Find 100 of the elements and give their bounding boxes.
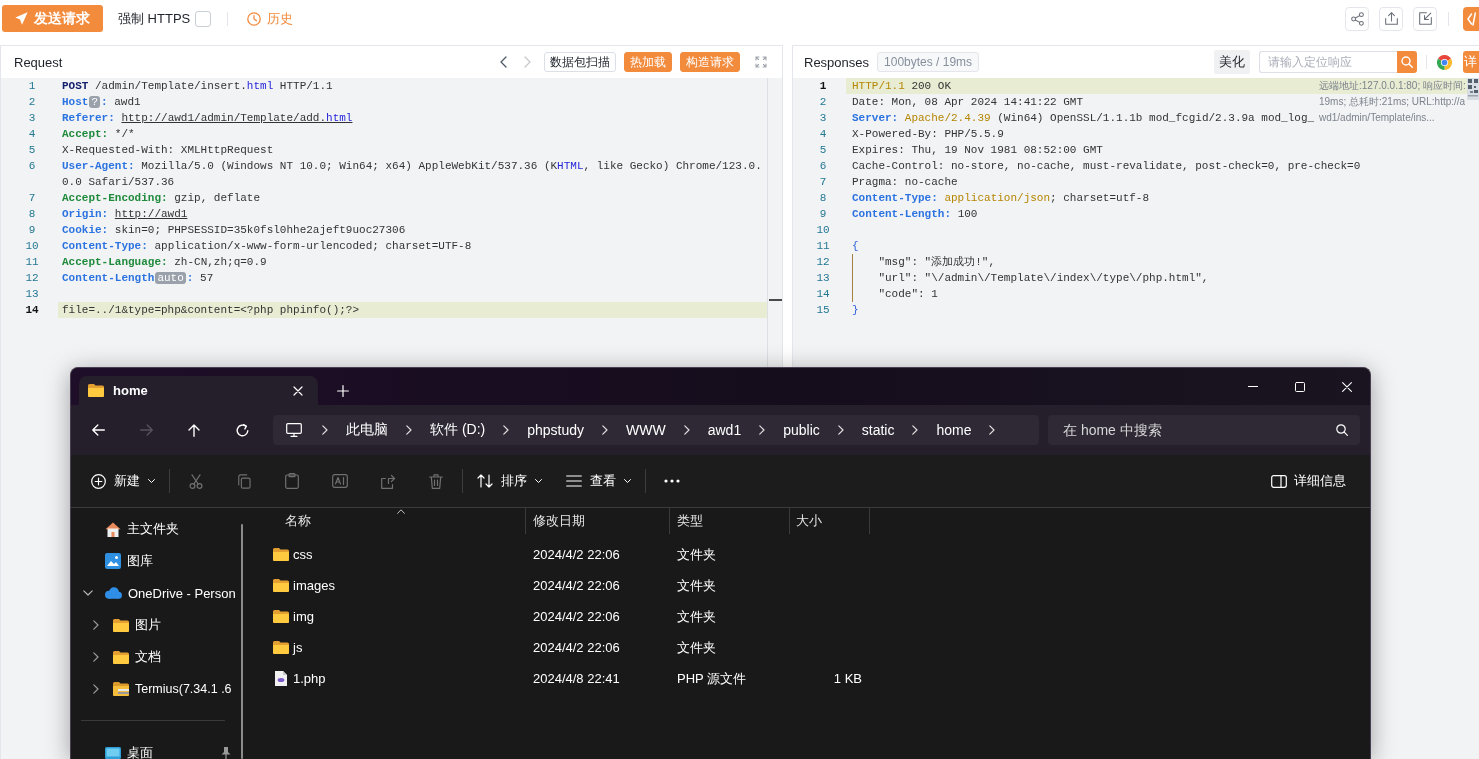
code-line: Content-Type: application/x-www-form-urlencoded; charset=UTF-8 <box>62 240 472 252</box>
line-number: 3 <box>818 111 828 126</box>
breadcrumb-item[interactable]: public <box>774 418 829 442</box>
chevron-right-icon <box>503 425 510 435</box>
line-number: 5 <box>27 143 37 158</box>
search-button[interactable] <box>1397 51 1417 73</box>
folder-icon <box>113 650 129 664</box>
code-icon <box>1466 11 1476 26</box>
nav-item[interactable]: 文档 <box>71 641 241 673</box>
file-name[interactable]: css <box>293 547 313 562</box>
folder-icon <box>273 641 289 654</box>
file-type: 文件夹 <box>677 576 716 595</box>
monitor-icon <box>286 423 302 437</box>
file-name[interactable]: images <box>293 578 335 593</box>
details-button[interactable]: 详细信息 <box>1263 465 1354 497</box>
code-line: "url": "\/admin\/Template\/index\/type\/php.html", <box>877 272 1209 284</box>
download-button[interactable] <box>1413 6 1437 31</box>
nav-item[interactable]: 桌面 <box>71 737 241 759</box>
close-icon <box>293 385 303 396</box>
address-bar[interactable]: 此电脑 软件 (D:) phpstudy WWW awd1 public static home <box>273 415 1039 445</box>
nav-item[interactable]: OneDrive - Person <box>71 577 241 609</box>
code-line: Expires: Thu, 19 Nov 1981 08:52:00 GMT <box>852 144 1103 156</box>
line-number: 6 <box>27 159 37 174</box>
view-button[interactable]: 查看 <box>558 465 639 497</box>
new-button[interactable]: 新建 <box>83 465 163 497</box>
checkbox[interactable] <box>195 10 212 27</box>
plus-circle-icon <box>91 473 106 489</box>
line-number: 11 <box>24 255 40 270</box>
line-number: 13 <box>24 287 40 302</box>
code-line: file=../1&type=php&content=<?php phpinfo();?> <box>62 304 360 316</box>
breadcrumb-item[interactable]: awd1 <box>698 418 751 442</box>
column-header[interactable]: 名称 <box>254 508 526 534</box>
breadcrumb-item[interactable]: 此电脑 <box>337 418 397 442</box>
url-link[interactable]: http://awd1 <box>114 208 188 220</box>
search-field[interactable]: 请输入定位响应 <box>1259 51 1397 73</box>
search-field[interactable]: 在 home 中搜索 <box>1048 415 1360 445</box>
scissors-icon <box>189 473 203 489</box>
line-number: 9 <box>27 223 37 238</box>
nav-item[interactable]: 主文件夹 <box>71 513 241 545</box>
column-header[interactable]: 类型 <box>670 508 790 534</box>
chevron-right-icon <box>759 425 766 435</box>
upload-button[interactable] <box>1379 6 1403 31</box>
scrollbar[interactable] <box>241 524 243 759</box>
copy-icon <box>237 473 251 489</box>
modified-date: 2024/4/2 22:06 <box>533 547 620 562</box>
folder-icon <box>273 548 289 561</box>
chevron-right-icon <box>322 425 328 435</box>
file-name[interactable]: js <box>293 640 303 655</box>
chevron-right-icon[interactable] <box>93 620 99 630</box>
line-number: 11 <box>815 239 831 254</box>
code-button[interactable] <box>1463 6 1479 31</box>
rename-icon <box>332 474 348 488</box>
breadcrumb-item[interactable]: phpstudy <box>518 418 594 442</box>
line-number: 1 <box>27 79 37 94</box>
modified-date: 2024/4/8 22:41 <box>533 671 620 686</box>
line-number: 14 <box>815 287 831 302</box>
beautify-button[interactable]: 美化 <box>1214 50 1250 74</box>
details-pane-icon <box>1271 474 1287 488</box>
breadcrumb-item[interactable]: home <box>927 418 981 442</box>
nav-item[interactable]: Termius(7.34.1 .6 <box>71 673 241 705</box>
clipboard-icon <box>285 473 299 489</box>
file-type: 文件夹 <box>677 545 716 564</box>
column-header[interactable]: 大小 <box>790 508 870 534</box>
tab[interactable]: home <box>79 376 318 405</box>
file-name[interactable]: img <box>293 609 314 624</box>
code-line: Accept: */* <box>62 128 135 140</box>
breadcrumb-item[interactable]: static <box>852 418 904 442</box>
plus-icon <box>337 384 349 397</box>
checkbox-label: 强制 HTTPS <box>118 9 191 28</box>
chevron-down-icon[interactable] <box>83 590 93 596</box>
url-link[interactable]: http://awd1/admin/Template/add.html <box>121 112 353 124</box>
chevron-right-icon[interactable] <box>93 684 99 694</box>
line-number: 12 <box>815 255 831 270</box>
breadcrumb-item[interactable]: 软件 (D:) <box>421 418 495 442</box>
file-name[interactable]: 1.php <box>293 671 326 686</box>
code-line: Content-Length: 100 <box>852 208 978 220</box>
chevron-right-icon[interactable] <box>93 652 99 662</box>
share-button[interactable] <box>1345 6 1369 31</box>
code-line: Origin: http://awd1 <box>62 208 188 220</box>
panel-title: Responses <box>804 54 870 70</box>
code-line: Content-Length auto : 57 <box>62 272 214 284</box>
sort-button[interactable]: 排序 <box>469 465 550 497</box>
nav-item[interactable]: 图片 <box>71 609 241 641</box>
browser-icon[interactable] <box>1437 54 1452 70</box>
code-line: POST /admin/Template/insert.html HTTP/1.1 <box>62 80 333 92</box>
chevron-right-icon <box>406 425 412 435</box>
search-icon <box>1401 56 1413 68</box>
sort-icon <box>477 474 493 488</box>
expand-button[interactable] <box>755 56 767 68</box>
folder-icon <box>113 618 129 632</box>
file-type: PHP 源文件 <box>677 669 747 688</box>
nav-item[interactable]: 图库 <box>71 545 241 577</box>
line-number: 4 <box>818 127 828 142</box>
breadcrumb-item[interactable]: WWW <box>617 418 675 442</box>
share-icon <box>1350 11 1364 26</box>
line-number: 7 <box>818 175 828 190</box>
list-view-icon <box>566 475 582 487</box>
toolbar-button[interactable]: 数据包扫描 <box>544 52 616 72</box>
file-type: 文件夹 <box>677 638 716 657</box>
column-header[interactable]: 修改日期 <box>526 508 670 534</box>
